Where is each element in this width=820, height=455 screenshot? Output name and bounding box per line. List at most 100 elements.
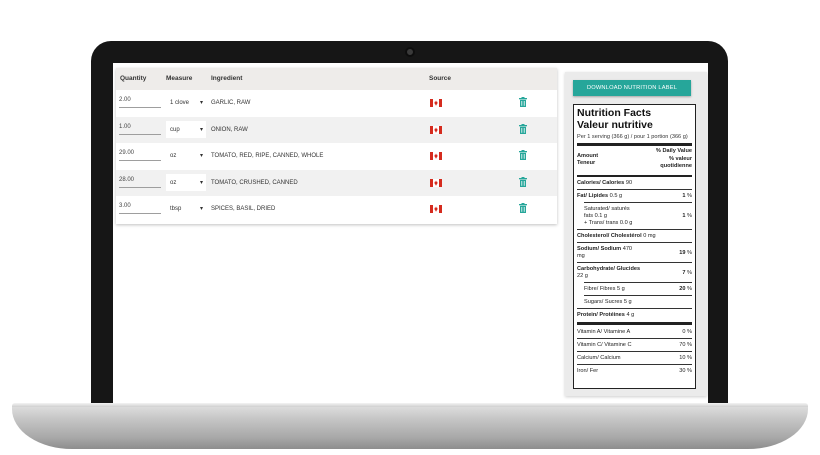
fibre-value: 5 g xyxy=(616,286,625,292)
quantity-input[interactable]: 28.00 xyxy=(119,176,161,188)
table-row: 3.00 tbsp ▾ SPICES, BASIL, DRIED xyxy=(116,196,557,223)
table-row: 1.00 cup ▾ ONION, RAW xyxy=(116,116,557,143)
fat-label: Fat/ Lipides xyxy=(577,193,609,199)
sugars-row: Sugars/ Sucres 5 g xyxy=(577,296,692,308)
dropdown-caret-icon: ▾ xyxy=(199,206,203,212)
vitamin-c-pct: 70 % xyxy=(679,342,692,348)
sodium-pct-unit: % xyxy=(687,250,692,256)
calcium-pct: 10 % xyxy=(679,355,692,361)
saturated-trans-row: Saturated/ saturés fats 0.1 g + Trans/ t… xyxy=(577,203,692,229)
fat-pct: 1 xyxy=(682,193,686,199)
saturated-pct-unit: % xyxy=(687,213,692,219)
cholesterol-row: Cholesterol/ Cholestérol 0 mg xyxy=(577,230,692,242)
app-screen: Quantity Measure Ingredient Source 2.00 … xyxy=(113,63,708,403)
sugars-label: Sugars/ Sucres xyxy=(584,299,623,305)
nutrition-facts-label: Nutrition Facts Valeur nutritive Per 1 s… xyxy=(573,104,696,389)
nutrition-panel: DOWNLOAD NUTRITION LABEL Nutrition Facts… xyxy=(565,72,707,396)
vitamin-a-row: Vitamin A/ Vitamine A 0 % xyxy=(577,326,692,338)
cholesterol-label: Cholesterol/ Cholestérol xyxy=(577,233,642,239)
vitamin-a-pct: 0 % xyxy=(682,329,692,335)
measure-value: 1 clove xyxy=(170,100,190,106)
amount-label-fr: Teneur xyxy=(577,160,596,166)
laptop-base xyxy=(12,403,808,449)
cholesterol-value: 0 mg xyxy=(643,233,656,239)
trash-icon[interactable] xyxy=(519,150,527,160)
trash-icon[interactable] xyxy=(519,123,527,134)
carbohydrate-pct: 7 xyxy=(682,270,686,276)
header-quantity: Quantity xyxy=(120,75,147,82)
measure-select[interactable]: cup ▾ xyxy=(166,120,206,138)
calcium-row: Calcium/ Calcium 10 % xyxy=(577,352,692,364)
sodium-value: 470 xyxy=(622,246,633,252)
canada-flag-icon xyxy=(430,152,442,160)
fibre-pct-unit: % xyxy=(687,286,692,292)
dropdown-caret-icon: ▾ xyxy=(199,153,203,159)
carbohydrate-row: Carbohydrate/ Glucides 22 g 7 % xyxy=(577,263,692,282)
saturated-label: Saturated/ saturés xyxy=(584,206,630,212)
laptop-base-edge xyxy=(12,403,808,407)
ingredient-name: SPICES, BASIL, DRIED xyxy=(211,206,276,212)
fibre-pct: 20 xyxy=(679,286,686,292)
dropdown-caret-icon: ▾ xyxy=(199,100,203,106)
iron-label: Iron/ Fer xyxy=(577,368,599,374)
table-row: 2.00 1 clove ▾ GARLIC, RAW xyxy=(116,90,557,117)
download-nutrition-label-button[interactable]: DOWNLOAD NUTRITION LABEL xyxy=(573,80,691,96)
amount-label: Amount xyxy=(577,153,599,159)
measure-value: oz xyxy=(170,153,177,159)
trash-icon[interactable] xyxy=(519,176,527,187)
daily-value-label-fr-2: quotidienne xyxy=(660,163,692,169)
quantity-input[interactable]: 1.00 xyxy=(119,123,161,135)
ingredient-name: TOMATO, CRUSHED, CANNED xyxy=(211,179,298,186)
daily-value-label-fr: % valeur xyxy=(668,155,692,162)
canada-flag-icon xyxy=(430,99,442,107)
ingredient-name: TOMATO, RED, RIPE, CANNED, WHOLE xyxy=(211,153,324,159)
quantity-input[interactable]: 3.00 xyxy=(119,202,161,214)
measure-select[interactable]: 1 clove ▾ xyxy=(166,94,206,111)
daily-value-label: % Daily Value xyxy=(655,148,692,154)
dropdown-caret-icon: ▾ xyxy=(199,126,203,133)
calories-label: Calories/ Calories xyxy=(577,180,625,186)
measure-select[interactable]: oz ▾ xyxy=(166,173,206,191)
header-ingredient: Ingredient xyxy=(211,75,243,82)
saturated-value: fats 0.1 g xyxy=(584,213,608,219)
header-measure: Measure xyxy=(166,75,193,82)
quantity-input[interactable]: 29.00 xyxy=(119,149,161,161)
divider xyxy=(577,143,692,146)
vitamin-a-label: Vitamin A/ Vitamine A xyxy=(577,329,631,335)
serving-size: Per 1 serving (366 g) / pour 1 portion (… xyxy=(577,134,688,140)
dropdown-caret-icon: ▾ xyxy=(199,179,203,186)
sodium-row: Sodium/ Sodium 470 mg 19 % xyxy=(577,243,692,262)
sodium-label: Sodium/ Sodium xyxy=(577,246,622,252)
measure-select[interactable]: tbsp ▾ xyxy=(166,200,206,217)
canada-flag-icon xyxy=(430,205,442,213)
vitamin-c-label: Vitamin C/ Vitamine C xyxy=(577,342,632,348)
fat-value: 0.5 g xyxy=(609,193,623,199)
fat-pct-unit: % xyxy=(687,193,692,199)
calories-value: 90 xyxy=(625,180,633,186)
fibre-label: Fibre/ Fibres xyxy=(584,286,616,292)
iron-pct: 30 % xyxy=(679,368,692,374)
ingredient-name: ONION, RAW xyxy=(211,126,248,133)
canada-flag-icon xyxy=(430,125,442,134)
canada-flag-icon xyxy=(430,178,442,187)
quantity-input[interactable]: 2.00 xyxy=(119,96,161,108)
trash-icon[interactable] xyxy=(519,97,527,107)
measure-value: tbsp xyxy=(170,206,182,212)
sodium-unit: mg xyxy=(577,253,585,259)
fat-row: Fat/ Lipides 0.5 g 1 % xyxy=(577,190,692,202)
protein-row: Protein/ Protéines 4 g xyxy=(577,309,692,321)
label-title-en: Nutrition Facts xyxy=(577,107,652,119)
measure-value: oz xyxy=(170,179,177,186)
fibre-row: Fibre/ Fibres 5 g 20 % xyxy=(577,283,692,295)
saturated-pct: 1 xyxy=(682,213,686,219)
table-header: Quantity Measure Ingredient Source xyxy=(116,68,557,90)
table-row: 29.00 oz ▾ TOMATO, RED, RIPE, CANNED, WH… xyxy=(116,143,557,170)
ingredient-name: GARLIC, RAW xyxy=(211,100,251,106)
carbohydrate-value: 22 g xyxy=(577,273,588,279)
measure-value: cup xyxy=(170,126,180,133)
trash-icon[interactable] xyxy=(519,203,527,213)
ingredients-table: Quantity Measure Ingredient Source 2.00 … xyxy=(116,68,557,224)
label-title-fr: Valeur nutritive xyxy=(577,119,653,131)
measure-select[interactable]: oz ▾ xyxy=(166,147,206,164)
carbohydrate-label: Carbohydrate/ Glucides xyxy=(577,266,641,272)
